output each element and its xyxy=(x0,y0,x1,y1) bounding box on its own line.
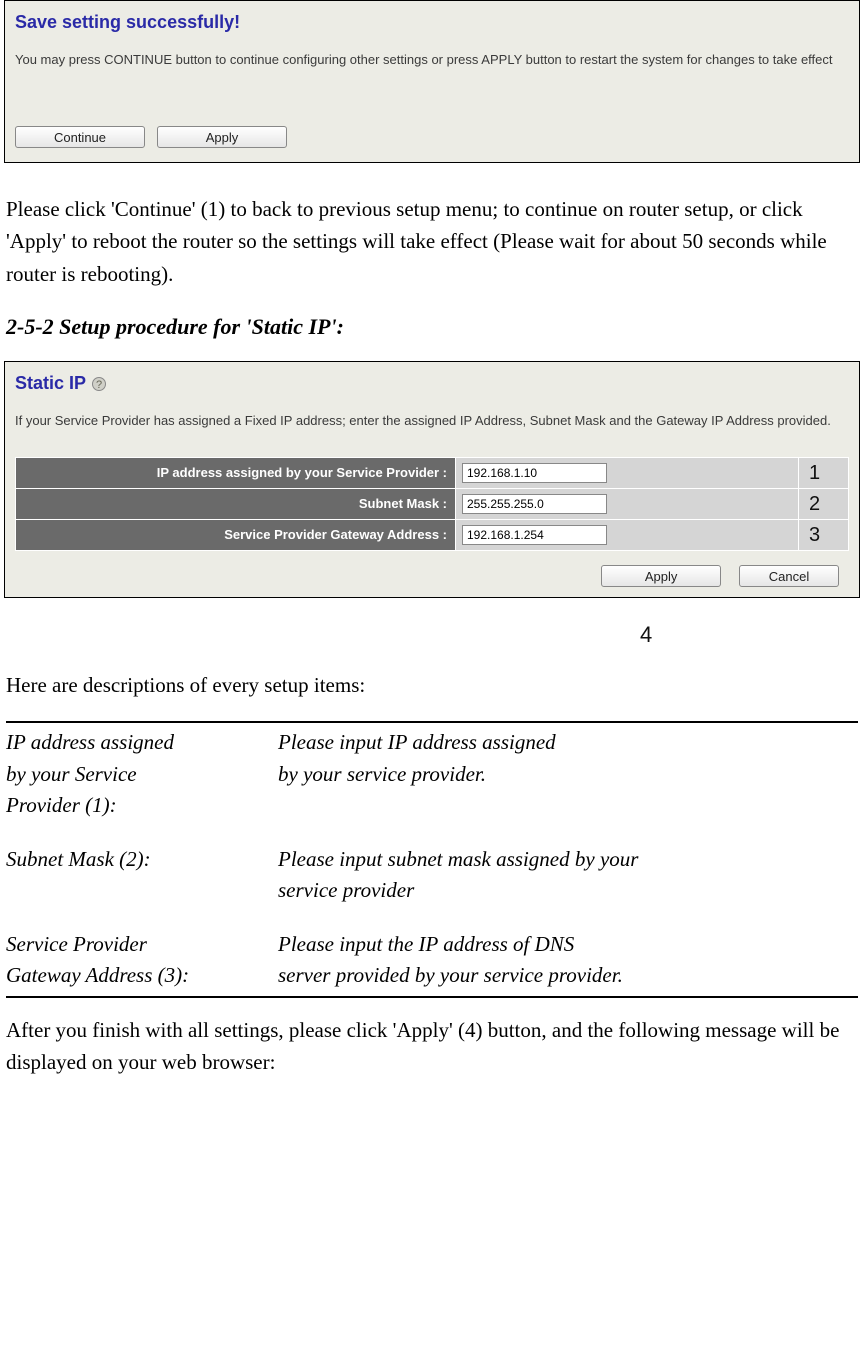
label-ip: IP address assigned by your Service Prov… xyxy=(16,457,456,488)
cell-mask-input xyxy=(456,488,799,519)
desc-row-2: Subnet Mask (2): Please input subnet mas… xyxy=(6,844,858,907)
label-mask: Subnet Mask : xyxy=(16,488,456,519)
panel2-desc: If your Service Provider has assigned a … xyxy=(15,411,849,431)
panel1-heading: Save setting successfully! xyxy=(15,9,849,36)
static-ip-form-table: IP address assigned by your Service Prov… xyxy=(15,457,849,551)
desc-name-1: IP address assignedby your ServiceProvid… xyxy=(6,727,278,822)
desc-row-3: Service ProviderGateway Address (3): Ple… xyxy=(6,929,858,992)
apply-button-top[interactable]: Apply xyxy=(157,126,287,148)
save-success-panel: Save setting successfully! You may press… xyxy=(4,0,860,163)
form-row-ip: IP address assigned by your Service Prov… xyxy=(16,457,849,488)
annotation-4: 4 xyxy=(640,618,864,651)
desc-text-1: Please input IP address assignedby your … xyxy=(278,727,858,822)
cancel-button[interactable]: Cancel xyxy=(739,565,839,587)
help-icon[interactable]: ? xyxy=(92,377,106,391)
section-heading: 2-5-2 Setup procedure for 'Static IP': xyxy=(6,310,858,343)
cell-ip-input xyxy=(456,457,799,488)
annotation-2: 2 xyxy=(799,488,849,519)
panel1-desc: You may press CONTINUE button to continu… xyxy=(15,50,849,70)
form-row-mask: Subnet Mask : 2 xyxy=(16,488,849,519)
panel1-heading-text: Save setting successfully! xyxy=(15,9,240,36)
form-row-gateway: Service Provider Gateway Address : 3 xyxy=(16,519,849,550)
desc-name-2: Subnet Mask (2): xyxy=(6,844,278,907)
instruction-text-2: Here are descriptions of every setup ite… xyxy=(6,669,858,702)
instruction-text-1: Please click 'Continue' (1) to back to p… xyxy=(6,193,858,291)
panel1-button-row: Continue Apply xyxy=(15,126,849,148)
continue-button[interactable]: Continue xyxy=(15,126,145,148)
static-ip-panel: Static IP ? If your Service Provider has… xyxy=(4,361,860,598)
desc-text-2: Please input subnet mask assigned by you… xyxy=(278,844,858,907)
annotation-3: 3 xyxy=(799,519,849,550)
panel2-heading: Static IP ? xyxy=(15,370,849,397)
annotation-1: 1 xyxy=(799,457,849,488)
desc-name-3: Service ProviderGateway Address (3): xyxy=(6,929,278,992)
instruction-text-3: After you finish with all settings, plea… xyxy=(6,1014,858,1079)
desc-row-1: IP address assignedby your ServiceProvid… xyxy=(6,727,858,822)
ip-address-field[interactable] xyxy=(462,463,607,483)
subnet-mask-field[interactable] xyxy=(462,494,607,514)
cell-gateway-input xyxy=(456,519,799,550)
panel2-heading-text: Static IP xyxy=(15,370,86,397)
panel2-actions: Apply Cancel xyxy=(15,565,849,587)
label-gateway: Service Provider Gateway Address : xyxy=(16,519,456,550)
gateway-address-field[interactable] xyxy=(462,525,607,545)
apply-button-form[interactable]: Apply xyxy=(601,565,721,587)
desc-text-3: Please input the IP address of DNSserver… xyxy=(278,929,858,992)
description-table: IP address assignedby your ServiceProvid… xyxy=(6,721,858,998)
